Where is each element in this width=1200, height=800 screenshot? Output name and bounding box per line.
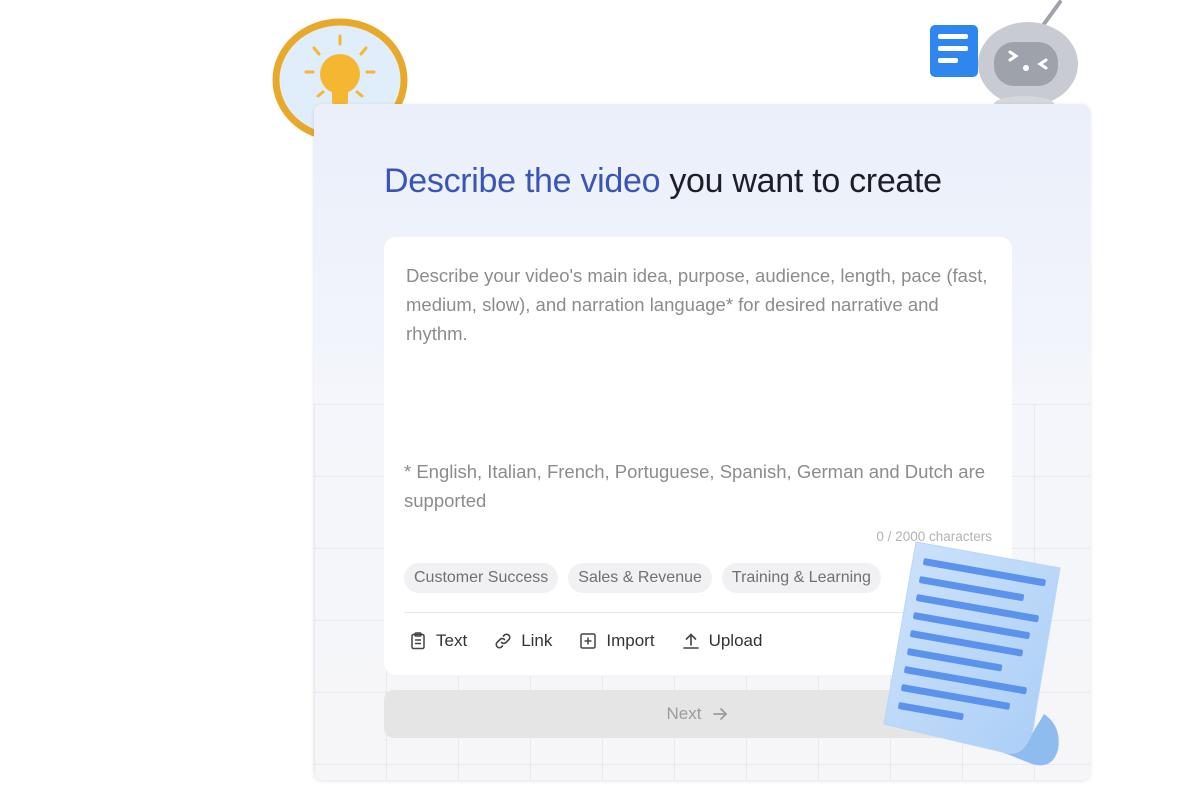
next-button-label: Next [666,704,702,723]
page-title: Describe the video you want to create [384,162,942,201]
upload-button[interactable]: Upload [681,631,763,651]
upload-button-label: Upload [708,631,763,650]
link-icon [495,633,511,649]
text-button-label: Text [436,631,468,650]
page-title-accent: Describe the video [384,162,661,200]
input-tools: Text Link Import Upload [408,631,762,651]
link-button[interactable]: Link [493,631,552,651]
text-button[interactable]: Text [408,631,467,651]
arrow-right-icon [713,708,728,720]
clipboard-icon [411,632,425,650]
suggestion-chips: Customer Success Sales & Revenue Trainin… [404,563,881,593]
chip-sales-revenue[interactable]: Sales & Revenue [568,563,712,593]
upload-icon [682,633,699,649]
chip-training-learning[interactable]: Training & Learning [721,563,881,593]
import-button-label: Import [606,631,655,650]
supported-languages-note: * English, Italian, French, Portuguese, … [404,461,986,511]
plus-square-icon [580,633,597,649]
chip-customer-success[interactable]: Customer Success [404,563,559,593]
page-title-rest: you want to create [669,162,942,200]
document-icon [883,541,1061,766]
import-button[interactable]: Import [578,631,655,651]
link-button-label: Link [521,631,553,650]
